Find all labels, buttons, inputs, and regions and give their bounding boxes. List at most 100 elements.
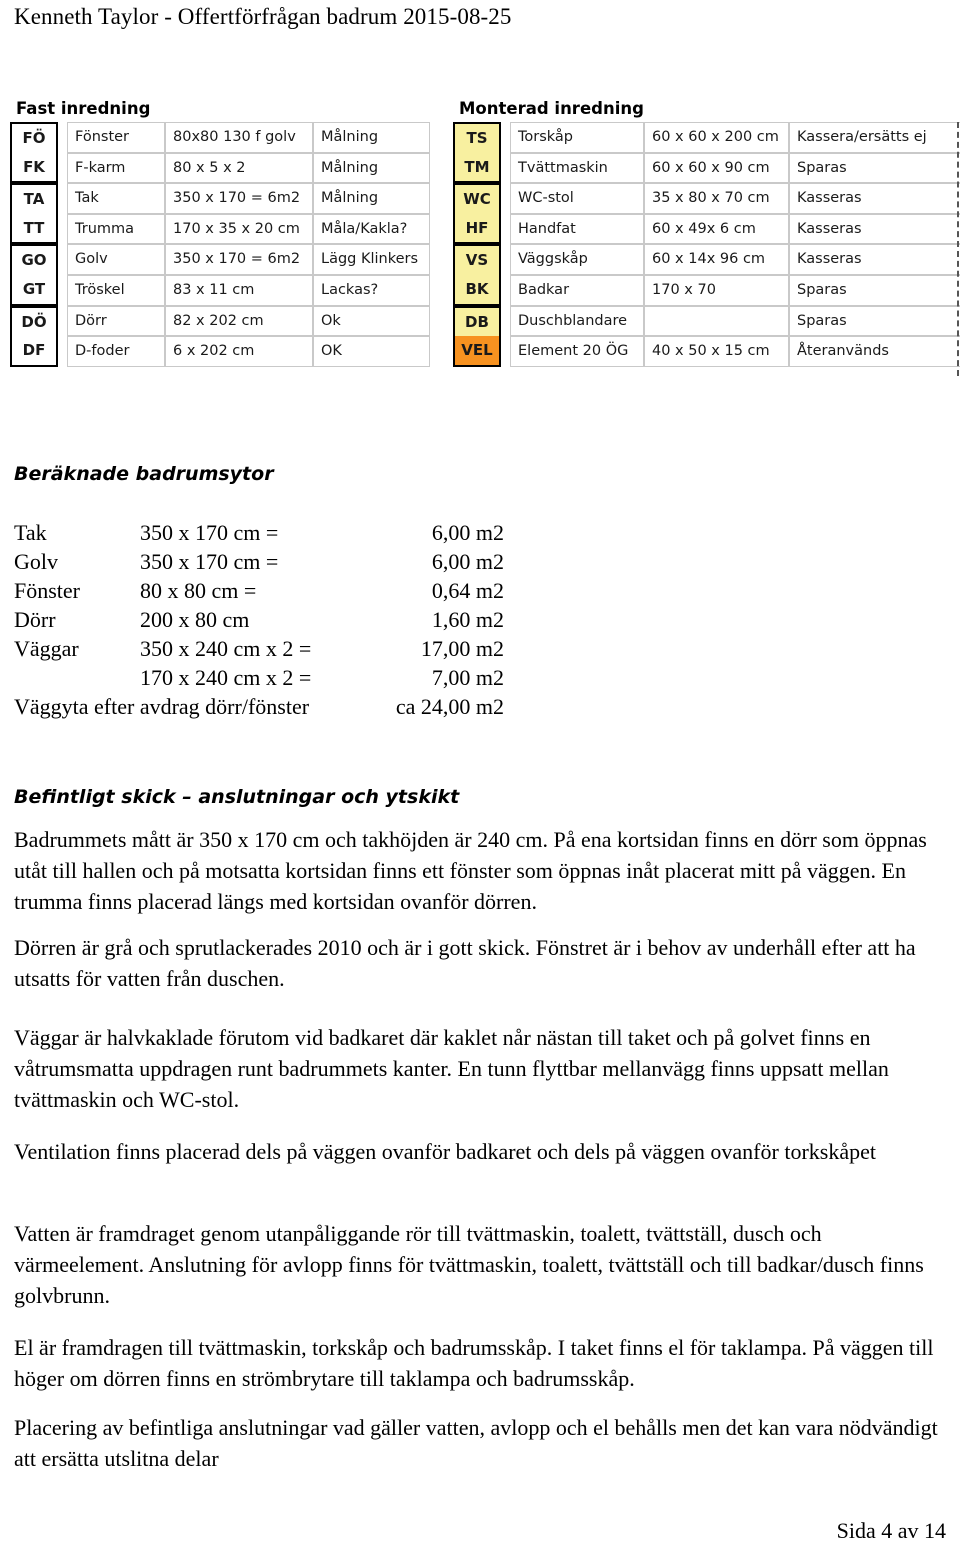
cell-dimensions: 82 x 202 cm — [165, 305, 313, 337]
cell-code: TM — [453, 152, 501, 184]
cell-dimensions — [644, 305, 789, 337]
cell-action-note: Sparas — [789, 152, 960, 184]
table-row: FK F-karm 80 x 5 x 2 Målning — [10, 152, 430, 184]
cell-action-note: Återanvänds — [789, 336, 960, 367]
cell-dimensions: 60 x 14x 96 cm — [644, 244, 789, 275]
area-expression: 170 x 240 cm x 2 = — [140, 665, 312, 690]
cell-action-note: Kassera/ersätts ej — [789, 122, 960, 153]
area-summary-row: Väggyta efter avdrag dörr/fönster ca 24,0… — [14, 692, 514, 721]
cell-code: DÖ — [10, 305, 58, 337]
cell-item-name: Badkar — [510, 274, 644, 306]
cell-item-name: WC-stol — [510, 183, 644, 214]
cell-action-note: Lägg Klinkers — [313, 244, 430, 275]
cell-code: WC — [453, 183, 501, 214]
cell-dimensions: 80 x 5 x 2 — [165, 152, 313, 184]
table-monterad-inredning-title: Monterad inredning — [459, 99, 644, 118]
cell-code: FK — [10, 152, 58, 184]
cell-action-note: Målning — [313, 152, 430, 184]
document-running-header: Kenneth Taylor - Offertförfrågan badrum … — [14, 4, 512, 29]
cell-dimensions: 60 x 60 x 200 cm — [644, 122, 789, 153]
cell-item-name: Dörr — [67, 305, 165, 337]
cell-dimensions: 35 x 80 x 70 cm — [644, 183, 789, 214]
cell-action-note: Måla/Kakla? — [313, 213, 430, 245]
area-expression: 200 x 80 cm — [140, 607, 250, 632]
print-area-edge-marker — [957, 122, 959, 376]
cell-action-note: Ok — [313, 305, 430, 337]
column-spacer — [501, 122, 510, 153]
column-spacer — [58, 183, 67, 214]
cell-code: GO — [10, 244, 58, 275]
cell-action-note: Kasseras — [789, 213, 960, 245]
area-row: Golv 350 x 170 cm = 6,00 m2 — [14, 547, 514, 576]
column-spacer — [58, 244, 67, 275]
column-spacer — [58, 336, 67, 367]
cell-item-name: Fönster — [67, 122, 165, 153]
table-row: BK Badkar 170 x 70 Sparas — [453, 274, 960, 306]
cell-dimensions: 80x80 130 f golv — [165, 122, 313, 153]
cell-dimensions: 350 x 170 = 6m2 — [165, 244, 313, 275]
column-spacer — [501, 244, 510, 275]
area-label — [14, 663, 140, 692]
cell-action-note: Målning — [313, 122, 430, 153]
area-expression: 80 x 80 cm = — [140, 578, 257, 603]
cell-item-name: Golv — [67, 244, 165, 275]
cell-code: HF — [453, 213, 501, 245]
table-fast-inredning-title: Fast inredning — [16, 99, 151, 118]
area-label: Golv — [14, 549, 58, 574]
cell-item-name: Väggskåp — [510, 244, 644, 275]
area-label: Tak — [14, 520, 47, 545]
cell-item-name: Torskåp — [510, 122, 644, 153]
cell-code: VEL — [453, 336, 501, 367]
page-number-footer: Sida 4 av 14 — [836, 1518, 946, 1543]
cell-action-note: Sparas — [789, 305, 960, 337]
cell-item-name: Duschblandare — [510, 305, 644, 337]
paragraph-connections: Placering av befintliga anslutningar vad… — [14, 1415, 938, 1471]
paragraph-door-window: Dörren är grå och sprutlackerades 2010 o… — [14, 935, 916, 991]
column-spacer — [501, 275, 510, 306]
table-row: DB Duschblandare Sparas — [453, 305, 960, 337]
column-spacer — [58, 153, 67, 184]
cell-code: TA — [10, 183, 58, 214]
area-summary-value: ca 24,00 m2 — [395, 694, 504, 719]
cell-action-note: Kasseras — [789, 183, 960, 214]
column-spacer — [501, 183, 510, 214]
cell-dimensions: 350 x 170 = 6m2 — [165, 183, 313, 214]
inventory-tables: Fast inredning FÖ Fönster 80x80 130 f golv… — [10, 98, 960, 376]
cell-dimensions: 170 x 35 x 20 cm — [165, 213, 313, 245]
table-row: WC WC-stol 35 x 80 x 70 cm Kasseras — [453, 183, 960, 214]
cell-action-note: Sparas — [789, 274, 960, 306]
cell-code: DF — [10, 336, 58, 367]
area-expression: 350 x 170 cm = — [140, 549, 279, 574]
column-spacer — [58, 306, 67, 337]
paragraph-water: Vatten är framdraget genom utanpåliggand… — [14, 1221, 924, 1308]
area-label: Dörr — [14, 607, 56, 632]
table-fast-inredning: Fast inredning FÖ Fönster 80x80 130 f golv… — [10, 98, 430, 367]
area-value: 6,00 m2 — [431, 549, 504, 574]
table-monterad-inredning: Monterad inredning TS Torskåp 60 x 60 x 20… — [453, 98, 960, 376]
area-value: 0,64 m2 — [431, 578, 504, 603]
table-row: VEL Element 20 ÖG 40 x 50 x 15 cm Återanvän… — [453, 336, 960, 367]
table-row: HF Handfat 60 x 49x 6 cm Kasseras — [453, 213, 960, 245]
paragraph-ventilation: Ventilation finns placerad dels på vägge… — [14, 1139, 876, 1164]
column-spacer — [501, 336, 510, 367]
cell-action-note: Kasseras — [789, 244, 960, 275]
area-label: Fönster — [14, 578, 80, 603]
cell-item-name: Tak — [67, 183, 165, 214]
area-value: 6,00 m2 — [431, 520, 504, 545]
cell-code: GT — [10, 274, 58, 306]
cell-code: FÖ — [10, 122, 58, 153]
cell-item-name: Tvättmaskin — [510, 152, 644, 184]
area-row: Väggar 350 x 240 cm x 2 = 17,00 m2 — [14, 634, 514, 663]
column-spacer — [501, 153, 510, 184]
cell-item-name: D-foder — [67, 336, 165, 367]
column-spacer — [58, 122, 67, 153]
cell-dimensions: 83 x 11 cm — [165, 274, 313, 306]
column-spacer — [501, 214, 510, 245]
table-row: TT Trumma 170 x 35 x 20 cm Måla/Kakla? — [10, 213, 430, 245]
heading-befintligt-skick: Befintligt skick – anslutningar och ytsk… — [14, 786, 460, 808]
table-row: DÖ Dörr 82 x 202 cm Ok — [10, 305, 430, 337]
column-spacer — [58, 275, 67, 306]
table-row: TM Tvättmaskin 60 x 60 x 90 cm Sparas — [453, 152, 960, 184]
cell-item-name: Handfat — [510, 213, 644, 245]
table-fast-inredning-body: FÖ Fönster 80x80 130 f golv Målning FK F-karm… — [10, 122, 430, 367]
